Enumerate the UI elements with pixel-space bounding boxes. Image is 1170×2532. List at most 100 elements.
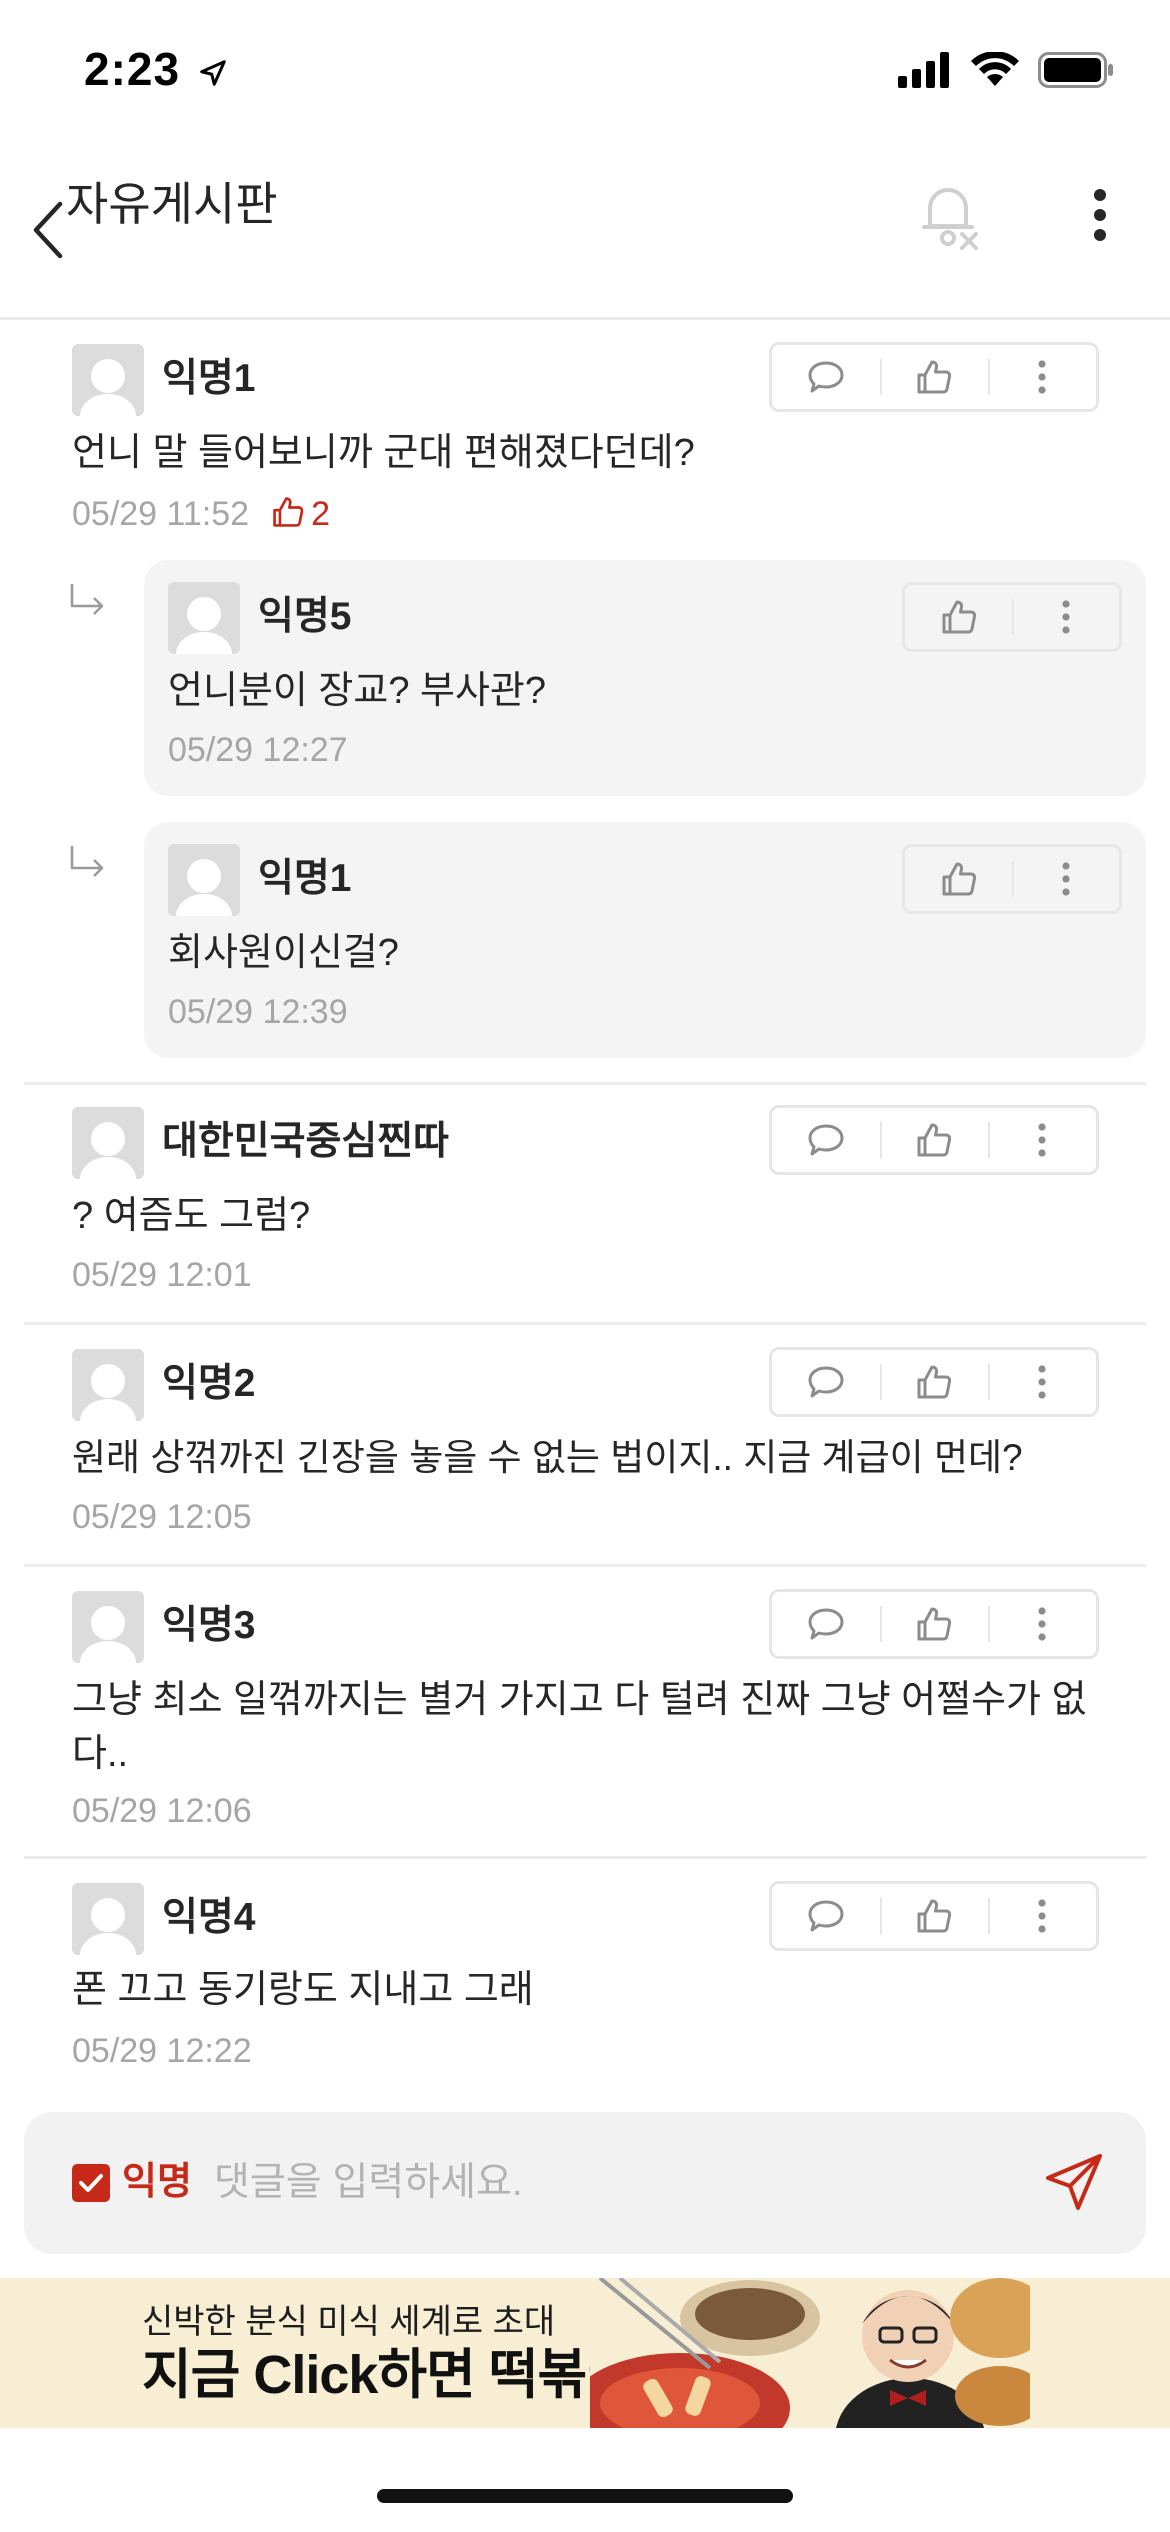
thumbs-up-icon [917,1607,952,1641]
page-title: 자유게시판 [66,178,278,230]
comment-more-button[interactable] [1012,585,1119,649]
more-vertical-icon [1038,1365,1046,1399]
header-more-button[interactable] [1070,170,1130,260]
comment-author: 익명1 [162,357,256,400]
comment-item: 익명2 원래 상꺾까진 긴장을 놓을 수 없는 법이지.. 지금 계급이 먼데?… [24,1325,1146,1567]
avatar [168,844,240,916]
reply-button[interactable] [772,1350,880,1414]
comment-more-button[interactable] [988,1884,1096,1948]
reply-button[interactable] [772,1108,880,1172]
comment-actions [769,1589,1099,1659]
like-button[interactable] [880,1108,988,1172]
comment-text: ? 여즘도 그럼? [72,1195,311,1237]
send-icon [1046,2154,1102,2210]
comment-author: 익명2 [162,1362,256,1405]
more-vertical-icon [1094,189,1106,241]
avatar [72,1591,144,1663]
reply-button[interactable] [772,1884,880,1948]
anonymous-label[interactable]: 익명 [122,2156,192,2208]
board-header: 자유게시판 [0,150,1170,320]
avatar [72,1349,144,1421]
comment-item: 익명1 언니 말 들어보니까 군대 편해졌다던데? 05/29 11:52 2 익… [24,322,1146,1082]
like-button[interactable] [905,585,1012,649]
reply-item: 익명5 언니분이 장교? 부사관? 05/29 12:27 [144,560,1146,796]
comment-item: 대한민국중심찐따 ? 여즘도 그럼? 05/29 12:01 [24,1085,1146,1325]
anonymous-checkbox[interactable] [72,2164,110,2202]
comment-more-button[interactable] [988,1108,1096,1172]
speech-bubble-icon [808,1366,844,1398]
ad-food-photo-illustration [590,2278,1030,2428]
thumbs-up-icon [917,360,952,394]
thumbs-up-icon [917,1899,952,1933]
comment-item: 익명4 폰 끄고 동기랑도 지내고 그래 05/29 12:22 [24,1859,1146,2099]
battery-icon [1038,52,1113,88]
more-vertical-icon [1061,600,1070,634]
speech-bubble-icon [808,1608,844,1640]
like-button[interactable] [880,345,988,409]
comment-more-button[interactable] [988,345,1096,409]
chevron-left-icon [33,201,63,259]
more-vertical-icon [1061,862,1070,896]
comment-timestamp: 05/29 11:52 [72,495,250,533]
comment-author: 익명1 [258,857,352,900]
comment-text: 그냥 최소 일꺾까지는 별거 가지고 다 털려 진짜 그냥 어쩔수가 없다.. [72,1679,1087,1775]
avatar [72,1107,144,1179]
comment-input[interactable] [214,2148,1014,2218]
comment-actions [769,1881,1099,1951]
status-time: 2:23 [84,42,228,96]
comment-more-button[interactable] [988,1592,1096,1656]
comment-text: 폰 끄고 동기랑도 지내고 그래 [72,1969,534,2011]
comment-timestamp: 05/29 12:06 [72,1792,252,1830]
comment-meta: 05/29 11:52 2 [72,492,330,536]
cellular-signal-icon [898,52,949,88]
comment-timestamp: 05/29 12:05 [72,1498,252,1536]
comment-timestamp: 05/29 12:27 [168,731,348,769]
comment-actions [769,342,1099,412]
avatar [72,344,144,416]
speech-bubble-icon [808,1900,844,1932]
thumbs-up-icon [942,862,976,896]
more-vertical-icon [1038,1899,1046,1933]
reply-button[interactable] [772,345,880,409]
like-button[interactable] [880,1884,988,1948]
like-button[interactable] [880,1592,988,1656]
comment-item: 익명3 그냥 최소 일꺾까지는 별거 가지고 다 털려 진짜 그냥 어쩔수가 없… [24,1567,1146,1859]
avatar [72,1883,144,1955]
checkmark-icon [79,2174,103,2192]
like-button[interactable] [905,847,1012,911]
more-vertical-icon [1038,1607,1046,1641]
comment-text: 회사원이신걸? [168,932,399,974]
reply-button[interactable] [772,1592,880,1656]
thumbs-up-icon [273,497,304,527]
comment-author: 익명3 [162,1604,256,1647]
status-bar: 2:23 [0,0,1170,150]
wifi-icon [971,52,1019,86]
home-indicator [377,2489,793,2503]
comment-author: 대한민국중심찐따 [162,1120,450,1163]
reply-arrow-icon [70,584,104,615]
comment-actions [769,1105,1099,1175]
send-button[interactable] [1034,2142,1114,2222]
comment-text: 원래 상꺾까진 긴장을 놓을 수 없는 법이지.. 지금 계급이 먼데? [72,1437,1023,1478]
comment-timestamp: 05/29 12:39 [168,993,348,1031]
thumbs-up-icon [917,1123,952,1157]
comment-text: 언니 말 들어보니까 군대 편해졌다던데? [72,432,695,474]
status-icons [898,52,1114,88]
status-time-text: 2:23 [84,43,181,95]
more-vertical-icon [1038,1123,1046,1157]
ad-headline: 신박한 분식 미식 세계로 초대 [142,2303,556,2341]
comment-author: 익명4 [162,1896,256,1939]
like-count: 2 [311,495,331,533]
like-button[interactable] [880,1350,988,1414]
ad-banner[interactable]: 신박한 분식 미식 세계로 초대 지금 Click하면 떡볶이 GET [0,2278,1170,2428]
speech-bubble-icon [808,361,844,393]
reply-arrow-icon [70,846,104,877]
reply-item: 익명1 회사원이신걸? 05/29 12:39 [144,822,1146,1058]
notification-toggle-button[interactable] [910,170,990,260]
bell-off-icon [922,188,978,250]
comment-more-button[interactable] [988,1350,1096,1414]
speech-bubble-icon [808,1124,844,1156]
thumbs-up-icon [942,600,976,634]
comment-more-button[interactable] [1012,847,1119,911]
like-count-badge: 2 [271,495,330,533]
